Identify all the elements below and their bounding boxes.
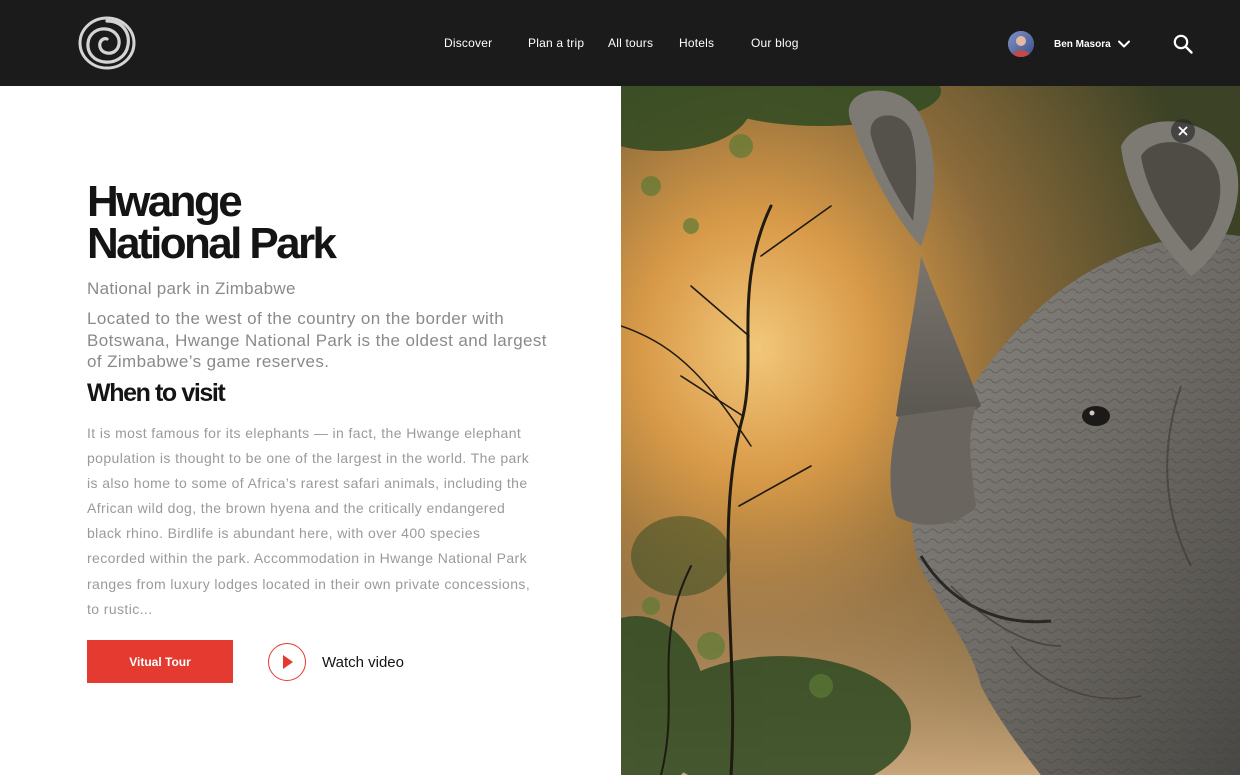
chevron-down-icon[interactable]: [1117, 37, 1131, 51]
search-icon[interactable]: [1172, 33, 1194, 55]
virtual-tour-button[interactable]: Vitual Tour: [87, 640, 233, 683]
page-title-line-2: National Park: [87, 219, 337, 268]
when-to-visit-heading: When to visit: [87, 379, 226, 407]
nav-hotels[interactable]: Hotels: [679, 36, 714, 50]
nav-all-tours[interactable]: All tours: [608, 36, 653, 50]
play-icon: [283, 655, 293, 669]
nav-discover[interactable]: Discover: [444, 36, 492, 50]
close-icon: [1178, 126, 1188, 136]
rhino-photo: [621, 86, 1240, 775]
user-avatar: [1008, 31, 1034, 57]
user-name: Ben Masora: [1054, 38, 1111, 50]
user-menu[interactable]: Ben Masora: [1008, 31, 1131, 57]
top-nav-bar: Discover Plan a trip All tours Hotels Ou…: [0, 0, 1240, 86]
spiral-logo-icon[interactable]: [78, 16, 136, 70]
intro-paragraph: Located to the west of the country on th…: [87, 309, 547, 371]
play-video-button[interactable]: [268, 643, 306, 681]
close-button[interactable]: [1171, 119, 1195, 143]
nav-plan-a-trip[interactable]: Plan a trip: [528, 36, 584, 50]
page-title: Hwange National Park: [87, 180, 337, 268]
description-paragraph: It is most famous for its elephants — in…: [87, 425, 531, 617]
page-subtitle: National park in Zimbabwe: [87, 279, 296, 298]
nav-our-blog[interactable]: Our blog: [751, 36, 799, 50]
watch-video-link[interactable]: Watch video: [322, 654, 404, 671]
